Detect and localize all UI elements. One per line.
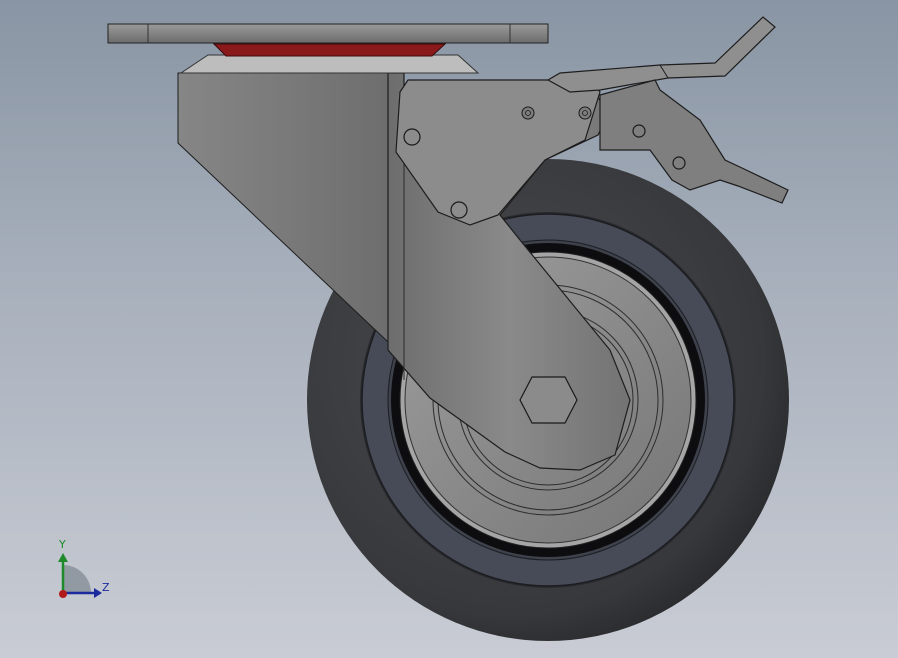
coordinate-triad-icon — [58, 553, 102, 598]
triad-y-arrow — [58, 553, 68, 562]
triad-z-arrow — [94, 588, 102, 598]
brake-pedal-arm[interactable] — [546, 16, 776, 93]
axis-z-label: Z — [102, 581, 110, 594]
cad-viewport[interactable]: Y Z — [0, 0, 898, 658]
top-plate[interactable] — [107, 23, 549, 44]
triad-origin-x — [59, 590, 67, 598]
caster-model[interactable] — [0, 0, 898, 658]
swivel-head[interactable] — [107, 23, 549, 74]
triad-plane — [63, 565, 91, 593]
bearing-race — [179, 54, 480, 74]
red-bearing — [212, 43, 447, 57]
rivet-1 — [521, 106, 535, 120]
axle-hex-nut[interactable] — [519, 376, 578, 424]
axis-y-label: Y — [59, 538, 66, 551]
bracket-side-web — [177, 72, 389, 344]
rivet-2 — [578, 106, 592, 120]
